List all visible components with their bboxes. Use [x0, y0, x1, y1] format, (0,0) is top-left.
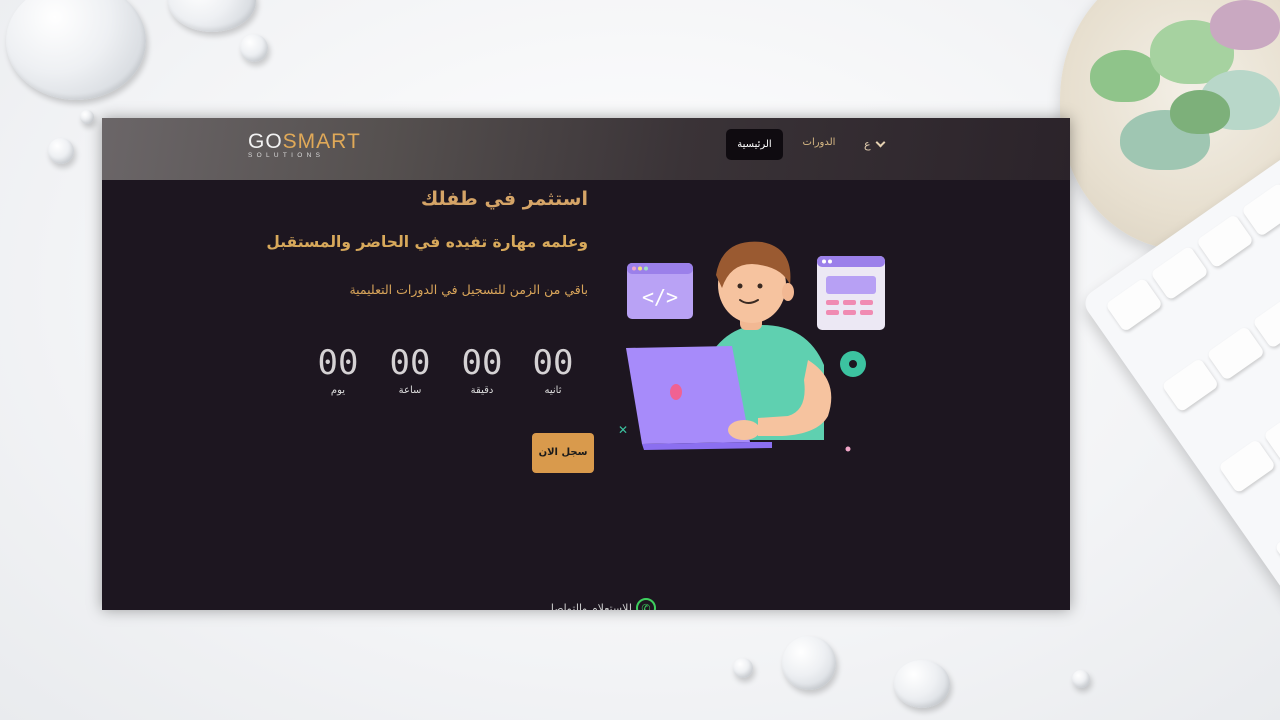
- hero-subheading: وعلمه مهارة تفيده في الحاضر والمستقبل: [266, 233, 588, 251]
- countdown-timer: 00 يوم 00 ساعة 00 دقيقة 00 ثانيه: [312, 344, 602, 404]
- countdown-seconds: 00 ثانيه: [525, 344, 581, 398]
- sparkle-decoration: ✕: [618, 423, 628, 437]
- logo-wordmark: GOSMART: [248, 130, 361, 153]
- countdown-hours-label: ساعة: [398, 385, 422, 396]
- countdown-minutes: 00 دقيقة: [454, 344, 510, 398]
- water-drop: [168, 0, 256, 32]
- water-drop: [733, 658, 753, 678]
- nav-home-button[interactable]: الرئيسية: [726, 129, 783, 160]
- logo[interactable]: GOSMART SOLUTIONS: [248, 130, 361, 160]
- water-drop: [48, 138, 74, 164]
- language-label: ع: [864, 137, 871, 151]
- hero-tagline: باقي من الزمن للتسجيل في الدورات التعليم…: [349, 282, 588, 297]
- contact-link[interactable]: ✆ للاستعلام والتواصل: [536, 598, 656, 610]
- countdown-seconds-label: ثانيه: [544, 385, 562, 396]
- website-screenshot: GOSMART SOLUTIONS الرئيسية الدورات ع است…: [102, 118, 1070, 610]
- language-dropdown[interactable]: ع: [864, 135, 894, 153]
- countdown-days-label: يوم: [330, 385, 346, 396]
- countdown-days-value: 00: [317, 343, 359, 383]
- countdown-minutes-value: 00: [461, 343, 503, 383]
- register-button[interactable]: سجل الان: [532, 433, 594, 473]
- form-window-icon: [817, 256, 885, 330]
- water-drop: [894, 660, 950, 708]
- chevron-down-icon: [875, 137, 886, 148]
- countdown-hours-value: 00: [389, 343, 431, 383]
- svg-text:</>: </>: [642, 285, 678, 309]
- water-drop: [80, 110, 94, 124]
- water-drop: [1072, 670, 1090, 688]
- code-window-icon: </>: [627, 263, 693, 319]
- countdown-hours: 00 ساعة: [382, 344, 438, 398]
- water-drop: [6, 0, 146, 100]
- hero-heading: استثمر في طفلك: [420, 188, 588, 210]
- countdown-minutes-label: دقيقة: [470, 385, 494, 396]
- gear-icon: [840, 351, 866, 377]
- navbar: GOSMART SOLUTIONS الرئيسية الدورات ع: [102, 118, 1070, 180]
- whatsapp-icon: ✆: [636, 598, 656, 610]
- countdown-seconds-value: 00: [532, 343, 574, 383]
- water-drop: [240, 34, 268, 62]
- contact-label: للاستعلام والتواصل: [545, 601, 632, 611]
- countdown-days: 00 يوم: [310, 344, 366, 398]
- water-drop: [782, 636, 836, 690]
- student-laptop-illustration: </> ✕: [618, 241, 885, 452]
- nav-courses-link[interactable]: الدورات: [798, 137, 840, 153]
- logo-subtitle: SOLUTIONS: [248, 152, 325, 159]
